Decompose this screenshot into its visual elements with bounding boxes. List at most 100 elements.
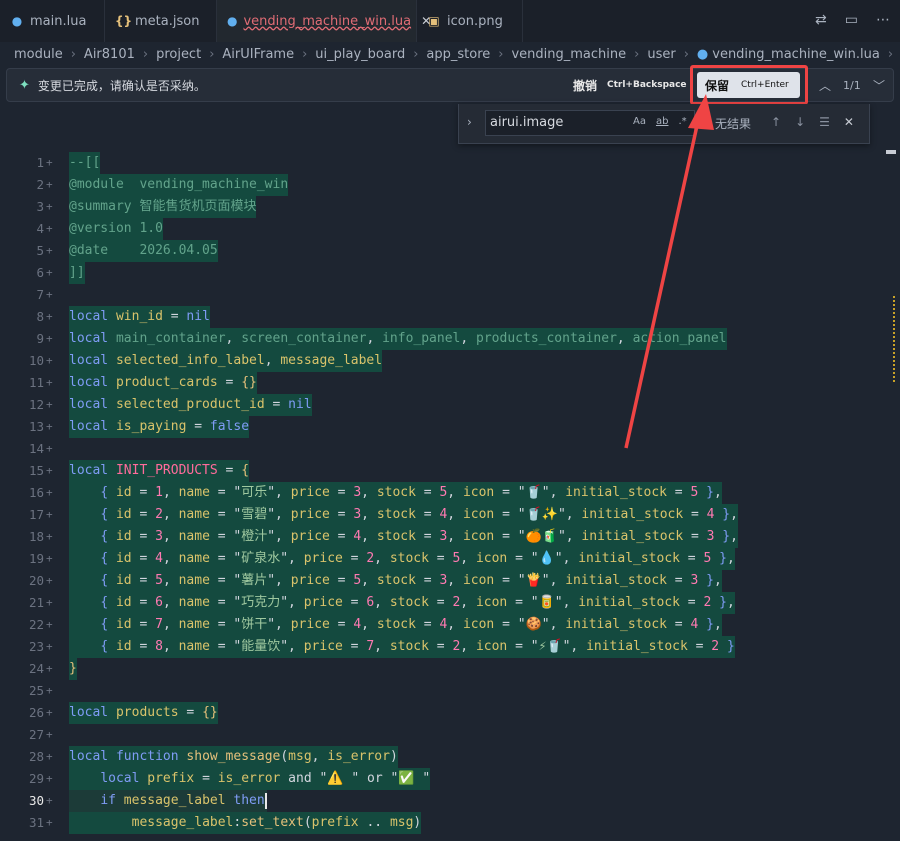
toggle-panel-icon[interactable]: ▭ [845, 12, 858, 28]
code-line[interactable]: 19 + { id = 4, name = "矿泉水", price = 2, s… [0, 548, 900, 570]
chevron-right-icon[interactable]: › [467, 115, 472, 129]
close-icon[interactable]: ✕ [844, 115, 854, 129]
compare-icon[interactable]: ⇄ [815, 12, 827, 28]
tab-meta-json[interactable]: {} meta.json [105, 0, 217, 42]
code-line[interactable]: 31 + message_label:set_text(prefix .. msg… [0, 812, 900, 834]
match-word-toggle[interactable]: ab [656, 116, 668, 127]
code-token: 薯片 [241, 573, 268, 588]
breadcrumb-item[interactable]: app_store [426, 47, 490, 62]
tab-icon-png[interactable]: ▣ icon.png [417, 0, 523, 42]
code-token: " or " [351, 771, 399, 786]
code-line[interactable]: 4 + @version 1.0 [0, 218, 900, 240]
code-line[interactable]: 12 + local selected_product_id = nil [0, 394, 900, 416]
breadcrumb-item[interactable]: ui_play_board [315, 47, 405, 62]
chevron-right-icon: › [683, 46, 689, 62]
code-line[interactable]: 5 + @date 2026.04.05 [0, 240, 900, 262]
code-token: = [687, 639, 712, 654]
code-line[interactable]: 15 + local INIT_PRODUCTS = { [0, 460, 900, 482]
breadcrumb-item[interactable]: module [14, 47, 63, 62]
breadcrumb-item[interactable]: AirUIFrame [222, 47, 294, 62]
code-token: {} [202, 705, 218, 720]
undo-button[interactable]: 撤销 [573, 77, 597, 94]
code-line[interactable]: 25 + [0, 680, 900, 702]
code-line[interactable]: 14 + [0, 438, 900, 460]
line-number: 12 [28, 397, 44, 412]
chevron-down-icon[interactable]: ﹀ [873, 77, 885, 94]
code-token: , [366, 331, 383, 346]
code-line[interactable]: 30 + if message_label then [0, 790, 900, 812]
scrollbar-thumb[interactable] [886, 150, 896, 154]
regex-toggle[interactable]: .* [678, 116, 686, 127]
tab-main-lua[interactable]: ● main.lua [0, 0, 105, 42]
code-text: { id = 7, name = "饼干", price = 4, stock … [69, 614, 722, 636]
breadcrumb-item[interactable]: Air8101 [84, 47, 135, 62]
code-token: { [100, 639, 116, 654]
line-number: 11 [28, 375, 44, 390]
code-line[interactable]: 10 + local selected_info_label, message_la… [0, 350, 900, 372]
code-line[interactable]: 28 + local function show_message(msg, is_e… [0, 746, 900, 768]
code-text: { id = 8, name = "能量饮", price = 7, stock… [69, 636, 735, 658]
breadcrumb-item[interactable]: vending_machine [511, 47, 626, 62]
added-line-marker: + [46, 750, 53, 763]
code-line[interactable]: 3 + @summary 智能售货机页面模块 [0, 196, 900, 218]
code-line[interactable]: 13 + local is_paying = false [0, 416, 900, 438]
code-token: prefix [311, 815, 359, 830]
code-line[interactable]: 27 + [0, 724, 900, 746]
code-editor[interactable]: 1 + --[[2 + @module vending_machine_win 3 + @su… [0, 150, 900, 841]
code-token: ", [267, 573, 291, 588]
keep-button[interactable]: 保留 Ctrl+Enter [697, 72, 800, 98]
code-text: local product_cards = {} [69, 372, 257, 394]
code-token: ", [557, 507, 582, 522]
tab-vending-machine-win-lua[interactable]: ● vending_machine_win.lua ✕ [217, 0, 431, 42]
code-token: } [69, 661, 77, 676]
code-token: , [730, 507, 738, 522]
code-token: {} [241, 375, 257, 390]
code-text: local selected_info_label, message_label [69, 350, 383, 372]
code-line[interactable]: 17 + { id = 2, name = "雪碧", price = 3, st… [0, 504, 900, 526]
more-icon[interactable]: ⋯ [876, 12, 890, 28]
code-token: = " [507, 595, 539, 610]
code-token: stock [389, 595, 429, 610]
code-line[interactable]: 21 + { id = 6, name = "巧克力", price = 6, s… [0, 592, 900, 614]
code-line[interactable]: 22 + { id = 7, name = "饼干", price = 4, st… [0, 614, 900, 636]
chevron-right-icon: › [302, 46, 308, 62]
code-line[interactable]: 9 + local main_container, screen_container… [0, 328, 900, 350]
code-token: price [290, 529, 330, 544]
chevron-up-icon[interactable]: ︿ [819, 77, 831, 94]
breadcrumb-item[interactable]: user [647, 47, 675, 62]
code-line[interactable]: 20 + { id = 5, name = "薯片", price = 5, st… [0, 570, 900, 592]
code-text: --[[ [69, 152, 101, 174]
code-line[interactable]: 26 + local products = {} [0, 702, 900, 724]
code-line[interactable]: 2 + @module vending_machine_win [0, 174, 900, 196]
code-token: ", [280, 595, 304, 610]
code-line[interactable]: 11 + local product_cards = {} [0, 372, 900, 394]
code-token: name [178, 595, 210, 610]
code-line[interactable]: 18 + { id = 3, name = "橙汁", price = 4, st… [0, 526, 900, 548]
code-line[interactable]: 29 + local prefix = is_error and "⚠️ " or… [0, 768, 900, 790]
match-case-toggle[interactable]: Aa [633, 116, 646, 127]
code-line[interactable]: 8 + local win_id = nil [0, 306, 900, 328]
code-line[interactable]: 23 + { id = 8, name = "能量饮", price = 7, s… [0, 636, 900, 658]
code-token: ( [280, 749, 289, 764]
code-token: ", [280, 551, 304, 566]
keep-label: 保留 [705, 78, 730, 93]
arrow-down-icon[interactable]: ↓ [795, 115, 805, 129]
breadcrumb-item[interactable]: vending_machine_win.lua [712, 47, 880, 62]
code-line[interactable]: 16 + { id = 1, name = "可乐", price = 3, st… [0, 482, 900, 504]
code-text: local win_id = nil [69, 306, 210, 328]
find-in-selection-icon[interactable]: ☰ [819, 115, 830, 129]
code-line[interactable]: 7 + [0, 284, 900, 306]
code-line[interactable]: 24 +} [0, 658, 900, 680]
code-token: ", [280, 639, 304, 654]
breadcrumb-item[interactable]: project [156, 47, 201, 62]
code-token: local [100, 771, 148, 786]
code-line[interactable]: 1 + --[[ [0, 152, 900, 174]
code-token: , [447, 617, 463, 632]
lua-file-icon: ● [696, 46, 709, 62]
code-line[interactable]: 6 +]] [0, 262, 900, 284]
code-token: = [428, 595, 453, 610]
code-token: , [361, 507, 377, 522]
arrow-up-icon[interactable]: ↑ [771, 115, 781, 129]
code-token: } [719, 639, 735, 654]
